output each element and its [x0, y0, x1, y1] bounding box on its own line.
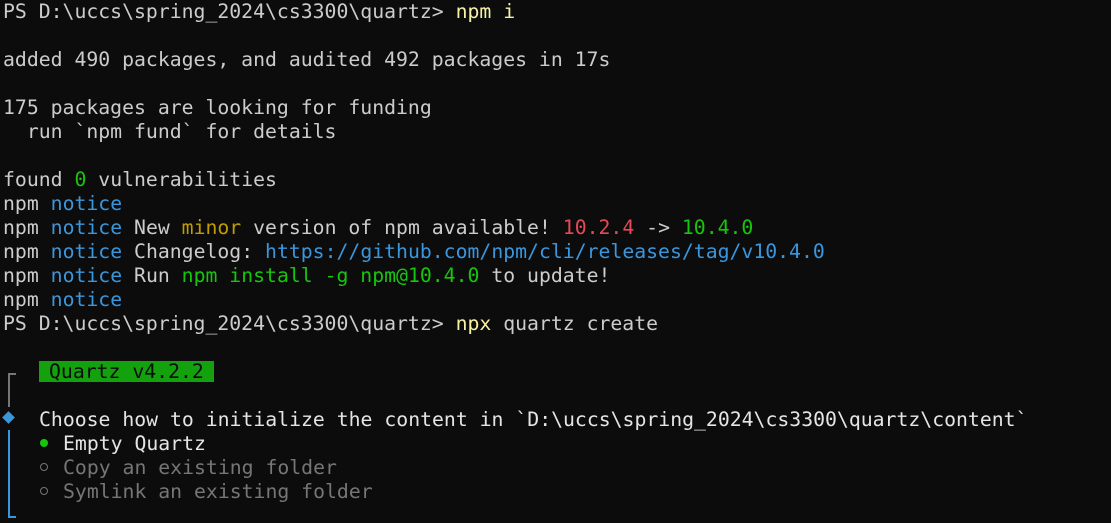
option-empty-quartz[interactable]: Empty Quartz: [63, 432, 206, 456]
new-text: New: [122, 216, 182, 239]
notice-label: notice: [50, 192, 123, 215]
npm-label: npm: [3, 240, 39, 263]
found-suffix: vulnerabilities: [86, 168, 277, 191]
found-prefix: found: [3, 168, 75, 191]
vulnerabilities-line: found 0 vulnerabilities: [3, 168, 277, 192]
prompt-bracket-bottom: [8, 430, 16, 518]
npm-notice-new-version: npm notice New minor version of npm avai…: [3, 216, 753, 240]
notice-label: notice: [50, 264, 123, 287]
radio-unselected-icon: [40, 463, 48, 471]
version-arrow: ->: [634, 216, 682, 239]
changelog-link[interactable]: https://github.com/npm/cli/releases/tag/…: [265, 240, 825, 263]
prompt-path: PS D:\uccs\spring_2024\cs3300\quartz>: [3, 312, 456, 335]
prompt-line-1: PS D:\uccs\spring_2024\cs3300\quartz> np…: [3, 0, 515, 24]
npm-label: npm: [3, 192, 39, 215]
init-question: Choose how to initialize the content in …: [39, 408, 1028, 431]
radio-unselected-icon: [40, 487, 48, 495]
new-version: 10.4.0: [681, 216, 754, 239]
vulnerability-count: 0: [74, 168, 87, 191]
active-prompt-diamond-icon: [2, 411, 15, 424]
command-npx: npx: [455, 312, 492, 335]
npm-label: npm: [3, 288, 39, 311]
notice-label: notice: [50, 216, 123, 239]
run-label: Run: [122, 264, 182, 287]
minor-label: minor: [181, 216, 242, 239]
prompt-line-2: PS D:\uccs\spring_2024\cs3300\quartz> np…: [3, 312, 658, 336]
npm-notice-run: npm notice Run npm install -g npm@10.4.0…: [3, 264, 610, 288]
option-symlink-folder[interactable]: Symlink an existing folder: [63, 480, 373, 504]
npm-notice-line-last: npm notice: [3, 288, 122, 312]
changelog-label: Changelog:: [122, 240, 266, 263]
fund-details-line: run `npm fund` for details: [3, 120, 337, 143]
npm-notice-changelog: npm notice Changelog: https://github.com…: [3, 240, 825, 264]
prompt-path: PS D:\uccs\spring_2024\cs3300\quartz>: [3, 0, 456, 23]
quartz-version-banner: Quartz v4.2.2: [39, 361, 214, 382]
command-npm-i: npm i: [455, 0, 516, 23]
funding-line: 175 packages are looking for funding: [3, 96, 432, 119]
old-version: 10.2.4: [562, 216, 635, 239]
run-suffix: to update!: [479, 264, 611, 287]
radio-selected-icon: [40, 439, 48, 447]
update-command: npm install -g npm@10.4.0: [181, 264, 480, 287]
npm-notice-line-1: npm notice: [3, 192, 122, 216]
terminal-window[interactable]: PS D:\uccs\spring_2024\cs3300\quartz> np…: [0, 0, 1111, 523]
npm-label: npm: [3, 264, 39, 287]
added-packages-line: added 490 packages, and audited 492 pack…: [3, 48, 611, 71]
prompt-bracket-top: [8, 373, 16, 407]
version-available-text: version of npm available!: [241, 216, 563, 239]
command-args: quartz create: [491, 312, 659, 335]
option-copy-folder[interactable]: Copy an existing folder: [63, 456, 337, 480]
npm-label: npm: [3, 216, 39, 239]
notice-label: notice: [50, 240, 123, 263]
notice-label: notice: [50, 288, 123, 311]
